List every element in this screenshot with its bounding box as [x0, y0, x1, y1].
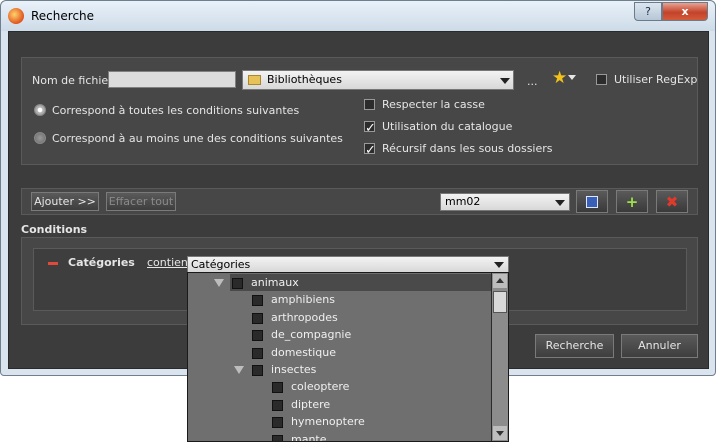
category-checkbox[interactable] [272, 399, 283, 411]
favorites-dropdown-icon[interactable] [568, 75, 576, 80]
case-checkbox[interactable] [364, 99, 375, 110]
regexp-label: Utiliser RegExp [614, 73, 698, 86]
category-checkbox[interactable] [252, 330, 263, 342]
chevron-down-icon [494, 262, 504, 268]
dropdown-scrollbar[interactable] [491, 273, 508, 441]
category-item[interactable]: hymenoptere [291, 413, 365, 430]
category-checkbox[interactable] [252, 365, 263, 376]
favorites-star-icon[interactable]: ★ [552, 68, 567, 88]
regexp-checkbox[interactable] [596, 74, 607, 85]
scroll-thumb[interactable] [493, 291, 507, 313]
category-item[interactable]: amphibiens [271, 291, 335, 308]
add-condition-button[interactable]: Ajouter >> [31, 192, 99, 211]
checkmark-icon: ✓ [365, 121, 376, 136]
match-any-label: Correspond à au moins une des conditions… [52, 132, 343, 145]
save-preset-button[interactable] [576, 190, 608, 213]
conditions-toolbar: Ajouter >> Effacer tout mm02 + ✖ [21, 188, 698, 215]
category-dropdown-list: animaux amphibiens arthropodes de_compagnie… [187, 272, 509, 442]
category-item[interactable]: animaux [251, 274, 299, 291]
expand-triangle-icon[interactable] [214, 279, 224, 287]
expand-triangle-icon[interactable] [234, 366, 244, 374]
case-label: Respecter la casse [382, 98, 485, 111]
chevron-down-icon [500, 78, 510, 84]
category-checkbox[interactable] [272, 434, 283, 441]
category-checkbox[interactable] [272, 417, 283, 429]
clear-all-button[interactable]: Effacer tout [106, 192, 176, 211]
scroll-up-button[interactable] [493, 274, 507, 288]
scroll-up-icon [496, 278, 504, 283]
catalog-checkbox[interactable]: ✓ [364, 121, 376, 135]
category-checkbox[interactable] [252, 312, 263, 324]
remove-condition-button[interactable] [48, 262, 58, 265]
delete-preset-button[interactable]: ✖ [656, 190, 688, 213]
plus-icon: + [625, 193, 639, 211]
delete-x-icon: ✖ [665, 193, 679, 211]
conditions-header: Conditions [21, 223, 88, 236]
save-disk-icon [586, 196, 598, 208]
app-logo-icon [8, 8, 24, 24]
close-button[interactable]: x [662, 2, 708, 21]
scroll-down-icon [496, 431, 504, 436]
category-item[interactable]: arthropodes [271, 309, 338, 326]
window-title: Recherche [31, 9, 95, 23]
location-combo[interactable]: Bibliothèques [242, 70, 514, 90]
category-checkbox[interactable] [232, 278, 243, 289]
checkmark-icon: ✓ [365, 143, 376, 158]
title-bar[interactable]: Recherche ? x [1, 1, 715, 31]
category-item[interactable]: mante [291, 431, 327, 441]
category-selected-value: Catégories [191, 258, 251, 271]
preset-value: mm02 [445, 195, 481, 208]
category-item[interactable]: domestique [271, 344, 336, 361]
category-item[interactable]: de_compagnie [271, 326, 351, 343]
preset-combo[interactable]: mm02 [440, 193, 570, 211]
cancel-button[interactable]: Annuler [621, 334, 698, 358]
catalog-label: Utilisation du catalogue [382, 120, 513, 133]
recursive-checkbox[interactable]: ✓ [364, 143, 376, 157]
filename-input[interactable] [108, 71, 236, 88]
match-all-label: Correspond à toutes les conditions suiva… [52, 104, 300, 117]
location-value: Bibliothèques [267, 73, 342, 86]
scroll-down-button[interactable] [493, 426, 507, 440]
options-panel: Nom de fichier Bibliothèques ... ★ Utili… [21, 57, 698, 165]
category-checkbox[interactable] [272, 382, 283, 394]
folder-icon [248, 75, 261, 85]
search-button[interactable]: Recherche [535, 334, 614, 358]
category-item[interactable]: coleoptere [291, 378, 349, 395]
category-item[interactable]: diptere [291, 396, 330, 413]
category-checkbox[interactable] [252, 295, 263, 307]
filename-label: Nom de fichier [32, 74, 113, 87]
condition-field: Catégories [68, 256, 135, 269]
recursive-label: Récursif dans les sous dossiers [382, 142, 553, 155]
category-value-combo[interactable]: Catégories [187, 256, 509, 273]
condition-operator-link[interactable]: contient [147, 256, 192, 269]
match-all-radio[interactable] [34, 104, 46, 116]
category-item[interactable]: insectes [271, 361, 316, 378]
browse-button[interactable]: ... [527, 75, 538, 88]
chevron-down-icon [555, 200, 565, 206]
category-checkbox[interactable] [252, 347, 263, 359]
new-preset-button[interactable]: + [616, 190, 648, 213]
match-any-radio[interactable] [34, 132, 46, 144]
help-button[interactable]: ? [634, 2, 662, 21]
